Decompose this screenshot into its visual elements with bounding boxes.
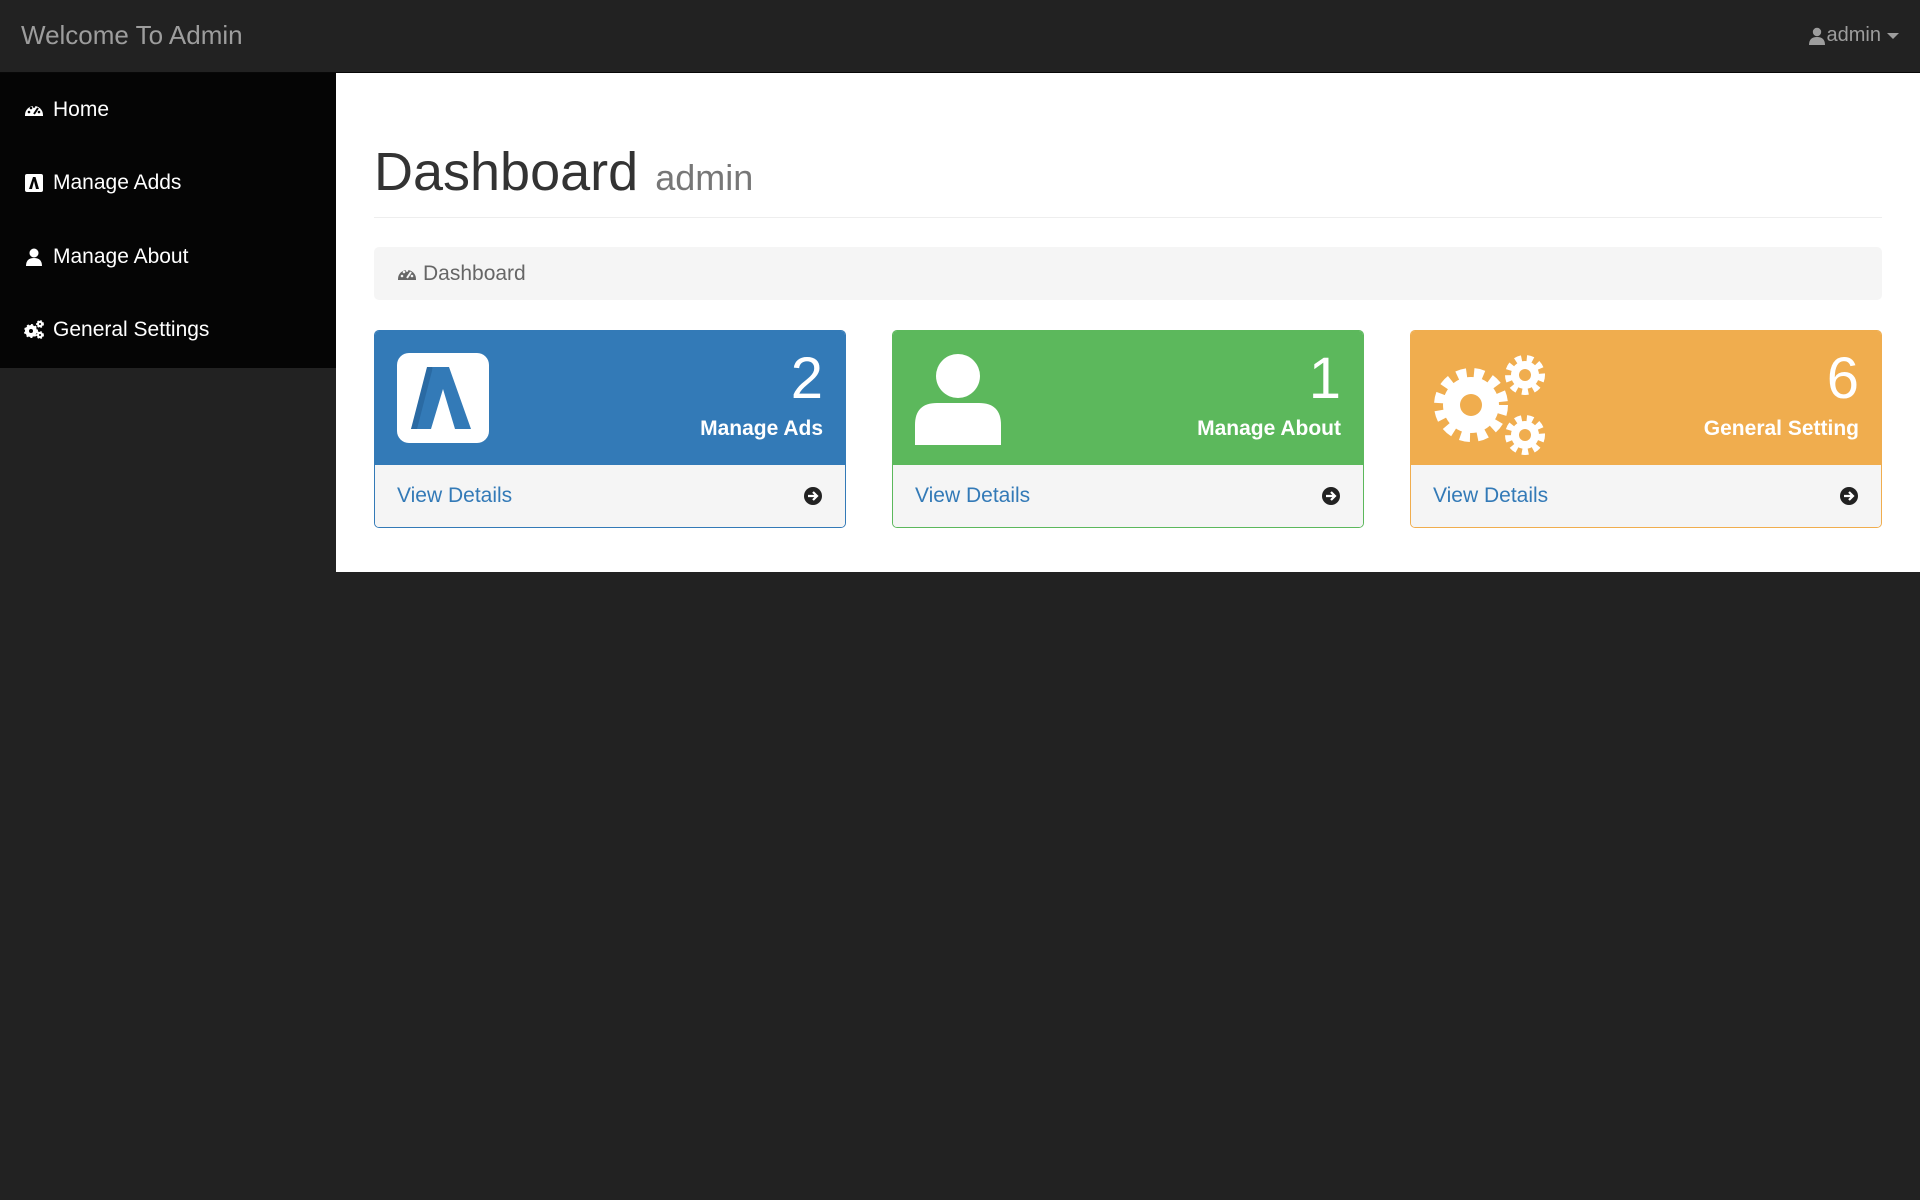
- sidebar-item-label: General Settings: [53, 318, 210, 342]
- user-dropdown[interactable]: admin: [1808, 24, 1899, 47]
- view-details-label: View Details: [915, 484, 1031, 507]
- arrow-circle-right-icon: [1840, 487, 1858, 505]
- card-label: Manage About: [1197, 417, 1341, 440]
- view-details-link[interactable]: View Details: [1411, 465, 1881, 527]
- card-header: 2 Manage Ads: [375, 331, 845, 465]
- arrow-circle-right-icon: [804, 487, 822, 505]
- user-icon: [26, 248, 42, 266]
- main-content: Dashboard admin Dashboard 2 Manage Ads V…: [336, 73, 1920, 572]
- ads-icon: [397, 353, 489, 443]
- card-manage-about: 1 Manage About View Details: [892, 330, 1364, 528]
- brand-title[interactable]: Welcome To Admin: [21, 20, 243, 51]
- card-header: 6 General Setting: [1411, 331, 1881, 465]
- sidebar-item-manage-about[interactable]: Manage About: [0, 220, 336, 294]
- sidebar-item-home[interactable]: Home: [0, 73, 336, 147]
- user-name: admin: [1826, 24, 1881, 46]
- view-details-label: View Details: [397, 484, 513, 507]
- page-subtitle: admin: [655, 157, 754, 198]
- card-manage-ads: 2 Manage Ads View Details: [374, 330, 846, 528]
- stat-cards: 2 Manage Ads View Details 1 Manage About: [374, 330, 1882, 528]
- top-navbar: Welcome To Admin admin: [0, 0, 1920, 73]
- breadcrumb: Dashboard: [374, 247, 1882, 300]
- sidebar-item-manage-adds[interactable]: Manage Adds: [0, 147, 336, 221]
- breadcrumb-item[interactable]: Dashboard: [423, 262, 526, 286]
- sidebar-item-general-settings[interactable]: General Settings: [0, 294, 336, 368]
- page-header: Dashboard admin: [374, 141, 1882, 218]
- gears-icon: [1434, 355, 1545, 455]
- card-count: 2: [790, 346, 823, 411]
- card-count: 6: [1826, 346, 1859, 411]
- view-details-link[interactable]: View Details: [375, 465, 845, 527]
- dashboard-icon: [398, 268, 416, 280]
- gears-icon: [24, 320, 44, 340]
- card-label: General Setting: [1703, 417, 1859, 440]
- card-header: 1 Manage About: [893, 331, 1363, 465]
- dashboard-icon: [25, 104, 43, 116]
- page-title: Dashboard: [374, 142, 639, 202]
- card-label: Manage Ads: [700, 417, 823, 440]
- ads-icon: [25, 174, 43, 193]
- sidebar-item-label: Manage About: [53, 244, 189, 268]
- view-details-label: View Details: [1433, 484, 1549, 507]
- view-details-link[interactable]: View Details: [893, 465, 1363, 527]
- sidebar: Home Manage Adds Manage About General Se…: [0, 73, 336, 368]
- sidebar-item-label: Manage Adds: [53, 171, 182, 195]
- user-icon: [1808, 27, 1825, 45]
- sidebar-item-label: Home: [53, 97, 110, 121]
- caret-down-icon: [1887, 32, 1899, 39]
- card-general-setting: 6 General Setting View Details: [1410, 330, 1882, 528]
- card-count: 1: [1308, 346, 1341, 411]
- arrow-circle-right-icon: [1322, 487, 1340, 505]
- user-icon: [915, 354, 1001, 445]
